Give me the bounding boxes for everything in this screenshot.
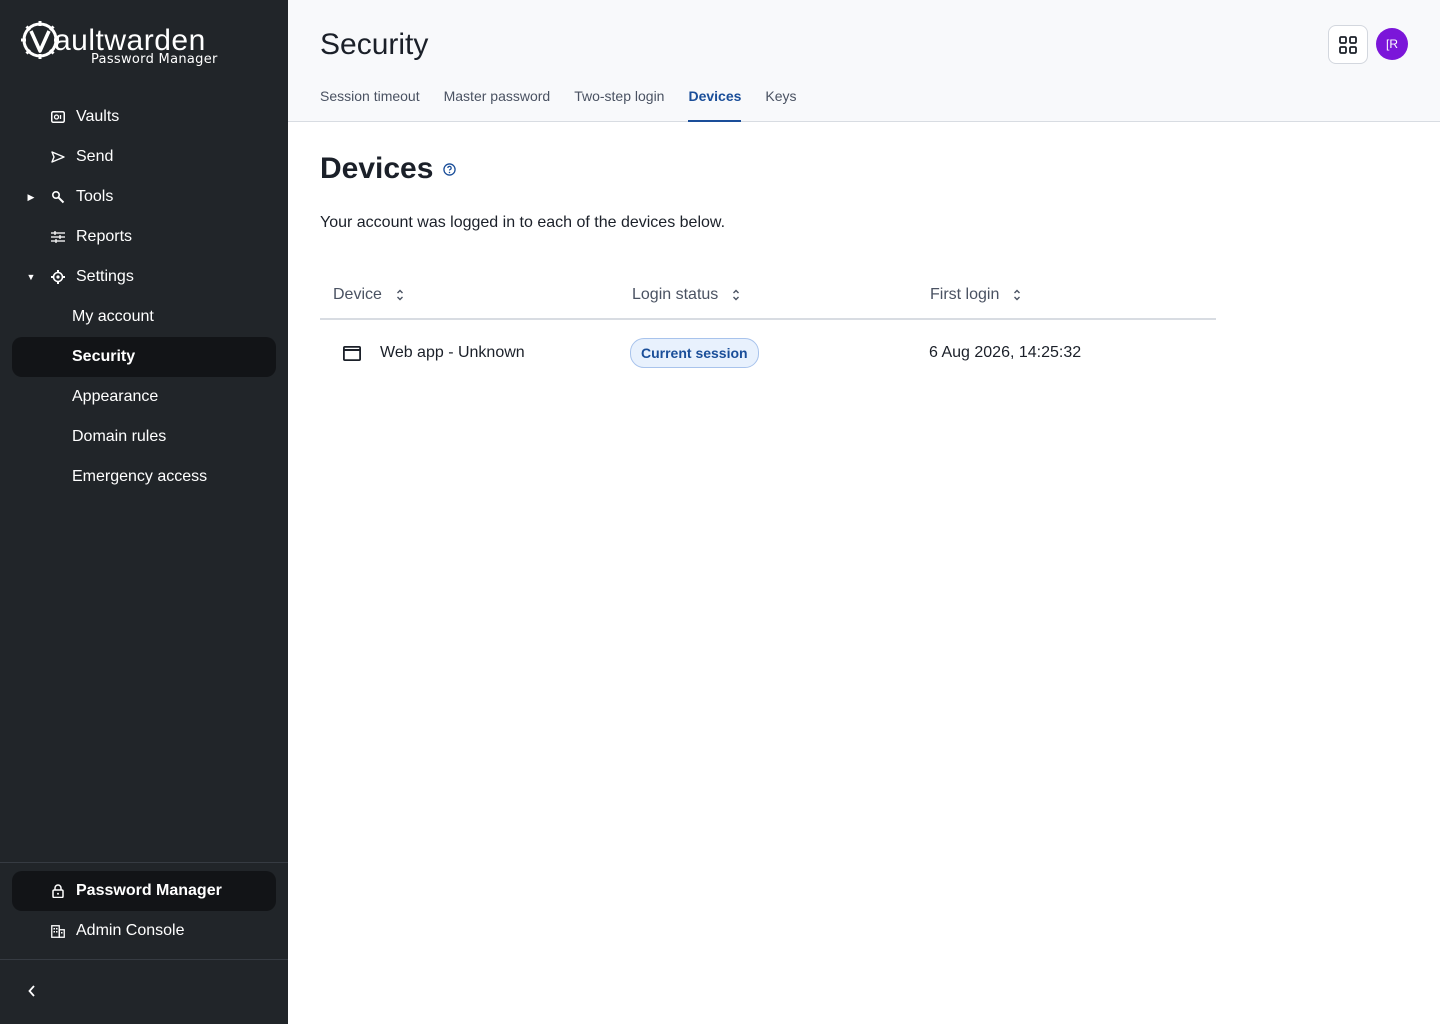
sidebar-item-settings[interactable]: ▼ Settings [12,257,276,297]
section-title-text: Devices [320,152,434,185]
device-cell: Web app - Unknown [343,320,525,386]
sidebar-divider [0,959,288,960]
sidebar-item-label: Domain rules [72,428,167,445]
sidebar-item-my-account[interactable]: My account [12,297,276,337]
help-icon[interactable] [443,162,457,176]
sidebar-item-password-manager[interactable]: Password Manager [12,871,276,911]
sidebar-item-label: Vaults [76,108,120,125]
browser-window-icon [343,345,361,361]
sidebar-item-tools[interactable]: ▶ Tools [12,177,276,217]
sidebar-item-appearance[interactable]: Appearance [12,377,276,417]
sidebar-item-reports[interactable]: Reports [12,217,276,257]
devices-table: Device Login status First login Web app … [320,274,1216,386]
tab-master-password[interactable]: Master password [444,88,551,122]
sidebar-divider [0,862,288,863]
sidebar-item-security[interactable]: Security [12,337,276,377]
grid-icon [1339,35,1357,54]
login-status-cell: Current session [630,320,759,386]
first-login-cell: 6 Aug 2026, 14:25:32 [929,344,1082,361]
tab-bar: Session timeout Master password Two-step… [320,88,821,122]
sidebar-item-domain-rules[interactable]: Domain rules [12,417,276,457]
table-header: Device Login status First login [320,274,1216,320]
sidebar-item-label: Tools [76,188,114,205]
tab-devices[interactable]: Devices [688,88,741,122]
vaultwarden-logo[interactable]: aultwarden Password Manager [20,18,230,74]
gear-icon [50,269,66,285]
main-content: Devices Your account was logged in to ea… [288,122,1440,1024]
caret-right-icon[interactable]: ▶ [26,192,36,203]
sidebar-item-label: My account [72,308,154,325]
status-badge: Current session [630,338,759,368]
sidebar-item-label: Admin Console [76,922,185,939]
column-header-first-login[interactable]: First login [930,286,1021,304]
caret-down-icon[interactable]: ▼ [26,272,36,282]
sidebar-item-label: Security [72,348,136,365]
sidebar-item-label: Reports [76,228,133,245]
sidebar-item-label: Settings [76,268,134,285]
sort-icon [396,289,403,301]
avatar[interactable]: [R [1376,28,1408,60]
sidebar-item-label: Password Manager [76,882,222,899]
section-title: Devices [320,152,457,186]
send-icon [50,149,66,165]
devices-description: Your account was logged in to each of th… [320,214,726,231]
sliders-icon [50,229,66,245]
product-switcher-nav: Password Manager Admin Console [12,871,276,951]
chevron-left-icon [28,985,35,997]
wrench-icon [50,189,66,205]
collapse-sidebar-button[interactable] [22,980,42,1002]
sidebar-item-label: Appearance [72,388,159,405]
tab-keys[interactable]: Keys [765,88,796,122]
page-header: Security Session timeout Master password… [288,0,1440,122]
sidebar-item-vaults[interactable]: Vaults [12,97,276,137]
column-header-login-status[interactable]: Login status [632,286,740,304]
building-icon [50,923,66,939]
sidebar-item-admin-console[interactable]: Admin Console [12,911,276,951]
table-row: Web app - Unknown Current session 6 Aug … [320,320,1216,386]
column-header-device[interactable]: Device [333,286,404,304]
sidebar-item-emergency-access[interactable]: Emergency access [12,457,276,497]
sidebar-item-send[interactable]: Send [12,137,276,177]
product-switcher-button[interactable] [1328,25,1368,64]
sidebar-item-label: Emergency access [72,468,208,485]
page-title: Security [320,28,429,61]
column-header-label: Login status [632,286,719,303]
lock-icon [50,883,66,899]
sidebar: aultwarden Password Manager Vaults Send … [0,0,288,1024]
tab-two-step-login[interactable]: Two-step login [574,88,664,122]
column-header-label: Device [333,286,382,303]
sidebar-item-label: Send [76,148,114,165]
tab-session-timeout[interactable]: Session timeout [320,88,420,122]
sidebar-nav: Vaults Send ▶ Tools Reports ▼ Settings M… [12,97,276,497]
sort-icon [733,289,740,301]
sort-icon [1014,289,1021,301]
logo-subtitle: Password Manager [91,52,218,67]
device-name: Web app - Unknown [380,344,525,361]
column-header-label: First login [930,286,1000,303]
vault-icon [50,109,66,125]
